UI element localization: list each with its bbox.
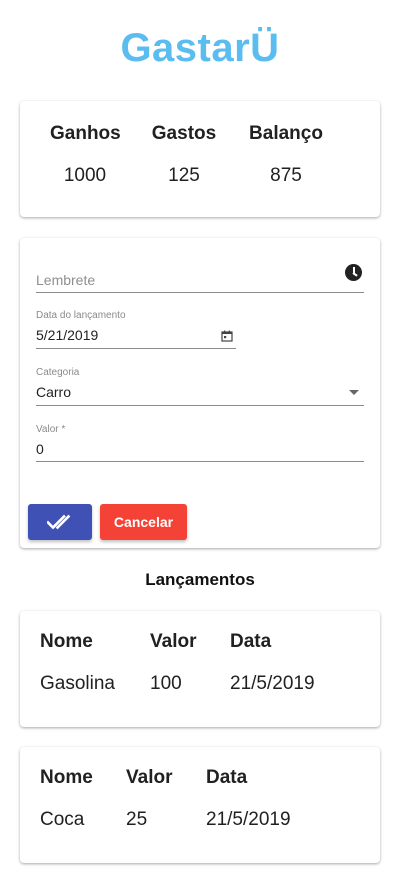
amount-input[interactable]: 0 [36, 441, 364, 457]
dropdown-arrow-icon[interactable] [349, 390, 359, 395]
category-label: Categoria [36, 367, 80, 378]
reminder-underline [36, 292, 364, 293]
entry-card: Nome Valor Data Gasolina 100 21/5/2019 [20, 611, 380, 727]
entry-form-card: Lembrete Data do lançamento 5/21/2019 Ca… [20, 238, 380, 548]
amount-field[interactable]: Valor * 0 [36, 424, 364, 457]
category-underline [36, 405, 364, 406]
summary-balance-value: 875 [270, 165, 302, 186]
summary-income-label: Ganhos [50, 123, 121, 144]
reminder-placeholder: Lembrete [36, 272, 96, 288]
check-all-icon [47, 514, 71, 530]
summary-card: Ganhos 1000 Gastos 125 Balanço 875 [20, 101, 380, 217]
summary-expenses-value: 125 [168, 165, 200, 186]
amount-underline [36, 461, 364, 462]
entry-name-header: Nome [40, 767, 93, 788]
entry-card: Nome Valor Data Coca 25 21/5/2019 [20, 747, 380, 863]
entry-date-header: Data [230, 631, 272, 652]
entry-name-header: Nome [40, 631, 93, 652]
entry-date: 21/5/2019 [206, 809, 291, 830]
entry-value-header: Valor [126, 767, 173, 788]
entry-value: 25 [126, 809, 148, 830]
entry-name: Gasolina [40, 673, 115, 694]
summary-expenses: Gastos 125 [150, 123, 218, 187]
summary-income: Ganhos 1000 [50, 123, 121, 187]
amount-label: Valor * [36, 424, 66, 435]
app-title: GastarÜ [120, 26, 280, 70]
summary-balance-label: Balanço [249, 123, 323, 144]
calendar-icon[interactable] [221, 330, 233, 342]
date-field[interactable]: Data do lançamento 5/21/2019 [36, 310, 236, 343]
category-select[interactable]: Categoria Carro [36, 367, 364, 400]
confirm-button[interactable] [28, 504, 92, 540]
category-value[interactable]: Carro [36, 384, 364, 400]
entry-date: 21/5/2019 [230, 673, 315, 694]
date-input[interactable]: 5/21/2019 [36, 327, 236, 343]
reminder-field[interactable]: Lembrete [36, 272, 364, 292]
summary-balance: Balanço 875 [246, 123, 326, 187]
date-underline [36, 348, 236, 349]
summary-expenses-label: Gastos [151, 123, 217, 144]
entries-section-title: Lançamentos [145, 570, 255, 589]
entry-date-header: Data [206, 767, 248, 788]
cancel-button[interactable]: Cancelar [100, 504, 187, 540]
entry-value-header: Valor [150, 631, 197, 652]
clock-icon[interactable] [345, 264, 362, 281]
entry-value: 100 [150, 673, 182, 694]
summary-income-value: 1000 [63, 165, 107, 186]
date-label: Data do lançamento [36, 310, 126, 321]
entry-name: Coca [40, 809, 85, 830]
